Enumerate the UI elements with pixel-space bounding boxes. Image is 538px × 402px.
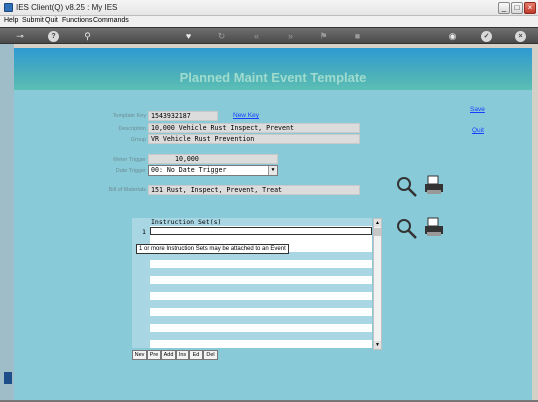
new-key-link[interactable]: New Key [233, 112, 259, 119]
menu-commands[interactable]: Commands [93, 17, 129, 24]
row-number: 1 [142, 228, 146, 236]
magnifier-icon[interactable] [396, 176, 418, 198]
printer-icon[interactable] [423, 174, 445, 196]
side-marker [4, 372, 12, 384]
insert-button[interactable]: Ins [176, 350, 189, 360]
close-button[interactable]: × [524, 2, 536, 14]
left-gutter [0, 44, 14, 400]
scroll-thumb[interactable] [374, 228, 381, 236]
menu-bar: Help Submit Quit Functions Commands [0, 16, 538, 27]
grid-row[interactable] [150, 300, 372, 308]
grid-row[interactable] [150, 268, 372, 276]
date-trigger-label: Date Trigger [115, 168, 146, 174]
meter-trigger-field[interactable]: 10,000 [148, 154, 278, 164]
delete-button[interactable]: Del [203, 350, 218, 360]
description-label: Description [118, 126, 146, 132]
back-icon[interactable]: « [251, 31, 262, 42]
toolbar: ⊸ ? ⚲ ♥ ↻ « » ⚑ ■ ◉ ✓ × [0, 27, 538, 44]
form-panel: Template Key 1543932187 New Key Descript… [14, 90, 532, 400]
scroll-down-icon[interactable]: ▼ [374, 341, 381, 349]
menu-quit[interactable]: Quit [45, 17, 58, 24]
grid-tooltip: 1 or more Instruction Sets may be attach… [136, 244, 289, 254]
menu-submit[interactable]: Submit [22, 17, 44, 24]
minimize-button[interactable]: _ [498, 2, 510, 14]
next-button[interactable]: Nev [132, 350, 147, 360]
magnifier-icon[interactable] [396, 218, 418, 240]
description-field[interactable]: 10,000 Vehicle Rust Inspect, Prevent [148, 123, 360, 133]
check-icon[interactable]: ✓ [481, 31, 492, 42]
menu-functions[interactable]: Functions [62, 17, 92, 24]
search-icon[interactable]: ⚲ [82, 31, 93, 42]
edit-button[interactable]: Ed [189, 350, 203, 360]
group-label: Group [130, 137, 146, 143]
page-header: Planned Maint Event Template [14, 48, 532, 90]
maximize-button[interactable]: □ [511, 2, 523, 14]
page-title: Planned Maint Event Template [179, 70, 367, 85]
app-icon [4, 3, 13, 12]
key-icon[interactable]: ⊸ [10, 31, 30, 42]
refresh-icon[interactable]: ↻ [216, 31, 227, 42]
meter-trigger-label: Meter Trigger [113, 157, 146, 163]
printer-icon[interactable] [423, 216, 445, 238]
scroll-up-icon[interactable]: ▲ [374, 219, 381, 227]
menu-help[interactable]: Help [4, 17, 18, 24]
help-icon[interactable]: ? [48, 31, 59, 42]
add-button[interactable]: Add [161, 350, 176, 360]
globe-icon[interactable]: ◉ [447, 31, 458, 42]
previous-button[interactable]: Pre [147, 350, 161, 360]
template-key-label: Template Key [112, 113, 146, 119]
chevron-down-icon[interactable]: ▼ [268, 166, 277, 175]
grid-row[interactable] [150, 316, 372, 324]
save-link[interactable]: Save [470, 106, 485, 113]
flag-icon[interactable]: ⚑ [318, 31, 329, 42]
window-title: IES Client(Q) v8.25 : My IES [16, 3, 118, 12]
date-trigger-select[interactable]: 00: No Date Trigger ▼ [148, 165, 278, 176]
quit-link[interactable]: Quit [472, 127, 484, 134]
grid-row-gutter [132, 218, 150, 348]
grid-scrollbar[interactable]: ▲ ▼ [373, 218, 382, 350]
grid-active-cell[interactable] [150, 227, 372, 235]
stop-icon[interactable]: ■ [352, 31, 363, 42]
group-field[interactable]: VR Vehicle Rust Prevention [148, 134, 360, 144]
forward-icon[interactable]: » [285, 31, 296, 42]
date-trigger-value: 00: No Date Trigger [151, 166, 227, 174]
template-key-field[interactable]: 1543932187 [148, 111, 218, 121]
instruction-sets-grid[interactable]: Instruction Set(s) 1 [132, 218, 372, 348]
bill-of-materials-field[interactable]: 151 Rust, Inspect, Prevent, Treat [148, 185, 360, 195]
grid-header: Instruction Set(s) [150, 218, 372, 226]
close-circle-icon[interactable]: × [515, 31, 526, 42]
grid-row[interactable] [150, 284, 372, 292]
bill-of-materials-label: Bill of Materials [108, 187, 146, 193]
grid-row[interactable] [150, 332, 372, 340]
title-bar: IES Client(Q) v8.25 : My IES _ □ × [0, 0, 538, 16]
heart-icon[interactable]: ♥ [183, 31, 194, 42]
